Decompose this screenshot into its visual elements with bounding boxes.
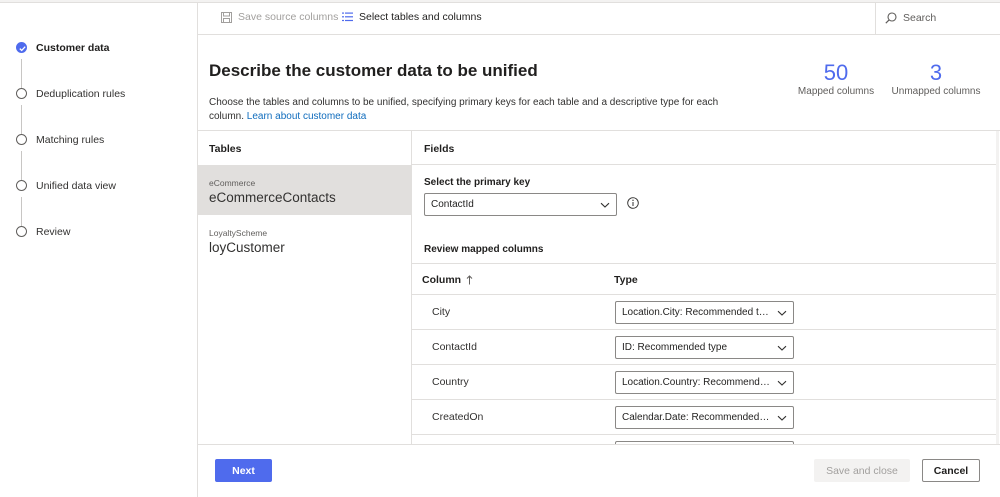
step-connector [21,197,22,227]
sort-up-icon [466,275,473,285]
step-circle-icon [16,226,27,237]
step-connector [21,151,22,181]
table-item-ecommercecontacts[interactable]: eCommerce eCommerceContacts [198,165,411,215]
fields-heading: Fields [424,143,455,155]
review-mapped-columns-label: Review mapped columns [424,244,544,255]
divider [412,434,998,435]
type-dropdown[interactable]: Location.Country: Recommended type [615,371,794,394]
type-dropdown[interactable]: Calendar.Date: Recommended type [615,406,794,429]
footer-bar: Next Save and close Cancel [198,444,1000,497]
type-value: Location.Country: Recommended type [622,377,772,388]
type-dropdown[interactable]: Location.City: Recommended type [615,301,794,324]
cancel-button[interactable]: Cancel [922,459,980,482]
divider [412,263,998,264]
type-header-label: Type [614,274,638,286]
mapped-columns-count: 50 [823,60,849,85]
step-connector [21,59,22,89]
divider [412,364,998,365]
divider [412,164,998,165]
select-tables-and-columns-button[interactable]: Select tables and columns [342,11,482,23]
checkmark-icon [16,42,27,53]
type-value: ID: Recommended type [622,342,728,353]
column-header[interactable]: Column [422,274,473,286]
table-group: eCommerce [209,178,256,188]
unmapped-columns-label: Unmapped columns [891,86,981,97]
step-circle-icon [16,88,27,99]
table-row-column-name: ContactId [432,341,477,353]
type-value: Location.City: Recommended type [622,307,772,318]
divider [412,399,998,400]
unmapped-columns-count: 3 [929,60,943,85]
table-item-loycustomer[interactable]: LoyaltyScheme loyCustomer [198,215,411,265]
search-input[interactable]: Search [875,3,1000,35]
table-row-column-name: City [432,306,451,318]
step-circle-icon [16,180,27,191]
unmapped-columns-stat: 3 Unmapped columns [890,60,982,97]
search-icon [885,12,897,27]
divider [412,329,998,330]
list-icon [342,12,353,22]
table-name: eCommerceContacts [209,190,336,205]
step-label: Unified data view [36,180,116,192]
step-label: Deduplication rules [36,88,126,100]
chevron-down-icon [777,308,787,321]
save-source-columns-label: Save source columns [238,11,339,23]
tables-panel: Tables eCommerce eCommerceContacts Loyal… [198,130,412,444]
table-group: LoyaltyScheme [209,228,268,238]
step-label: Customer data [36,42,110,54]
chevron-down-icon [777,343,787,356]
step-label: Review [36,226,71,238]
command-bar: Save source columns Select tables and co… [198,3,1000,35]
select-tables-and-columns-label: Select tables and columns [359,11,482,23]
column-header-label: Column [422,274,462,286]
next-button[interactable]: Next [215,459,272,482]
chevron-down-icon [777,413,787,426]
type-header: Type [614,274,638,286]
table-name: loyCustomer [209,240,285,255]
chevron-down-icon [600,200,610,213]
step-circle-icon [16,134,27,145]
page-description: Choose the tables and columns to be unif… [209,96,729,124]
learn-about-customer-data-link[interactable]: Learn about customer data [247,111,367,122]
vertical-scrollbar[interactable] [996,131,999,444]
primary-key-label: Select the primary key [424,177,531,188]
type-dropdown[interactable]: ID: Recommended type [615,336,794,359]
save-icon [221,11,232,23]
primary-key-dropdown[interactable]: ContactId [424,193,617,216]
mapped-columns-stat: 50 Mapped columns [797,60,875,97]
chevron-down-icon [777,378,787,391]
step-connector [21,105,22,135]
save-source-columns-button[interactable]: Save source columns [221,11,338,23]
fields-panel: Fields Select the primary key ContactId … [412,130,1000,444]
type-value: Calendar.Date: Recommended type [622,412,772,423]
search-placeholder: Search [903,12,937,24]
step-label: Matching rules [36,134,105,146]
stepper-nav: Customer data Deduplication rules Matchi… [0,3,198,497]
divider [412,294,998,295]
page-title: Describe the customer data to be unified [209,61,538,80]
save-and-close-button[interactable]: Save and close [814,459,910,482]
table-row-column-name: CreatedOn [432,411,484,423]
mapped-columns-label: Mapped columns [797,86,875,97]
tables-heading: Tables [209,143,242,155]
info-icon[interactable] [627,197,639,212]
primary-key-value: ContactId [431,199,474,210]
table-row-column-name: Country [432,376,469,388]
